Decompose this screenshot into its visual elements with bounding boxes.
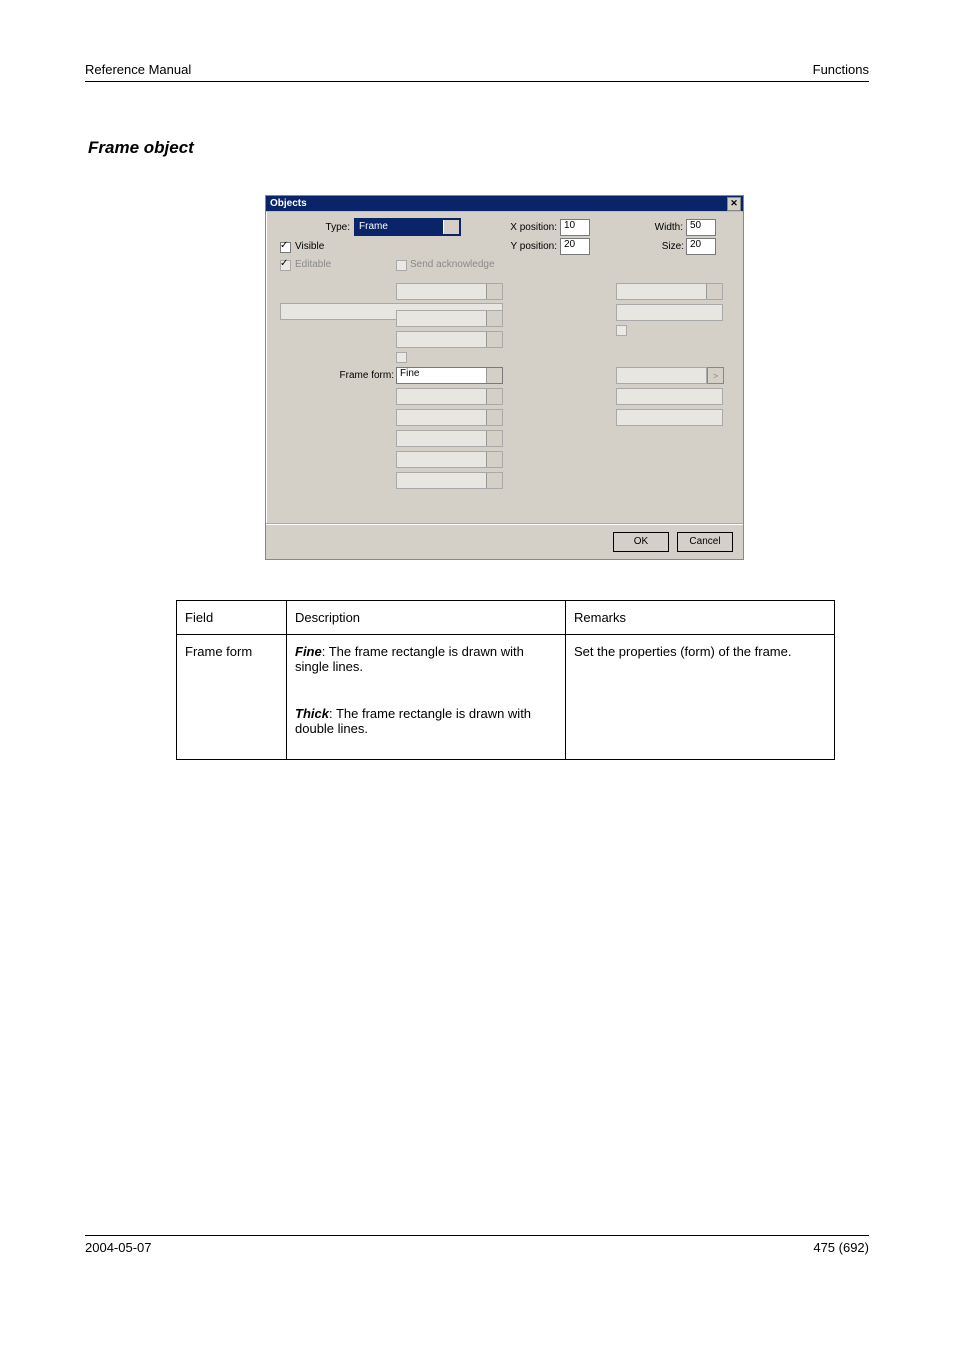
width-input[interactable]: 50 — [686, 219, 716, 236]
disabled-combo-l8 — [396, 472, 503, 489]
disabled-combo-l1 — [396, 283, 503, 300]
disabled-combo-l6 — [396, 430, 503, 447]
table-header-row: Field Description Remarks — [177, 601, 835, 635]
cell-description: Fine: The frame rectangle is drawn with … — [287, 635, 566, 760]
th-remarks: Remarks — [566, 601, 835, 635]
size-label: Size: — [657, 241, 684, 252]
section-heading: Frame object — [88, 138, 194, 158]
page-footer: 2004-05-07 475 (692) — [85, 1235, 869, 1255]
ypos-input[interactable]: 20 — [560, 238, 590, 255]
cell-remark: Set the properties (form) of the frame. — [566, 635, 835, 760]
footer-left: 2004-05-07 — [85, 1240, 152, 1255]
cancel-button[interactable]: Cancel — [677, 532, 733, 552]
properties-table: Field Description Remarks Frame form Fin… — [176, 600, 835, 760]
disabled-check-r — [616, 325, 627, 336]
editable-checkbox — [280, 260, 291, 271]
type-select[interactable]: Frame — [354, 218, 461, 236]
page-header: Reference Manual Functions — [85, 62, 869, 82]
sendack-label: Send acknowledge — [410, 259, 495, 270]
dialog-title: Objects — [270, 198, 307, 209]
disabled-combo-r1 — [616, 283, 723, 300]
disabled-text-r4 — [616, 409, 723, 426]
dialog-titlebar: Objects ✕ — [266, 196, 743, 212]
dialog-button-row: OK Cancel — [266, 523, 743, 559]
disabled-text-r2 — [616, 367, 707, 384]
xpos-input[interactable]: 10 — [560, 219, 590, 236]
visible-checkbox[interactable] — [280, 242, 291, 253]
disabled-combo-l4 — [396, 388, 503, 405]
disabled-check-l — [396, 352, 407, 363]
dialog-body: Type: Frame X position: 10 Width: 50 Vis… — [266, 212, 743, 521]
th-description: Description — [287, 601, 566, 635]
xpos-label: X position: — [507, 222, 557, 233]
disabled-combo-l3 — [396, 331, 503, 348]
frameform-select[interactable]: Fine — [396, 367, 503, 384]
type-label: Type: — [320, 222, 350, 233]
cell-field: Frame form — [177, 635, 287, 760]
frameform-label: Frame form: — [338, 370, 394, 381]
table-row: Frame form Fine: The frame rectangle is … — [177, 635, 835, 760]
width-label: Width: — [648, 222, 683, 233]
disabled-combo-l2 — [396, 310, 503, 327]
disabled-combo-l5 — [396, 409, 503, 426]
close-icon[interactable]: ✕ — [727, 197, 741, 211]
disabled-combo-l7 — [396, 451, 503, 468]
type-value: Frame — [359, 221, 388, 232]
header-left: Reference Manual — [85, 62, 191, 77]
footer-right: 475 (692) — [813, 1240, 869, 1255]
sendack-checkbox — [396, 260, 407, 271]
disabled-text-r3 — [616, 388, 723, 405]
disabled-text-r1 — [616, 304, 723, 321]
th-field: Field — [177, 601, 287, 635]
ypos-label: Y position: — [507, 241, 557, 252]
objects-dialog: Objects ✕ Type: Frame X position: 10 Wid… — [265, 195, 744, 560]
browse-button: > — [707, 367, 724, 384]
ok-button[interactable]: OK — [613, 532, 669, 552]
editable-label: Editable — [295, 259, 331, 270]
size-input[interactable]: 20 — [686, 238, 716, 255]
header-right: Functions — [813, 62, 869, 77]
visible-label: Visible — [295, 241, 324, 252]
